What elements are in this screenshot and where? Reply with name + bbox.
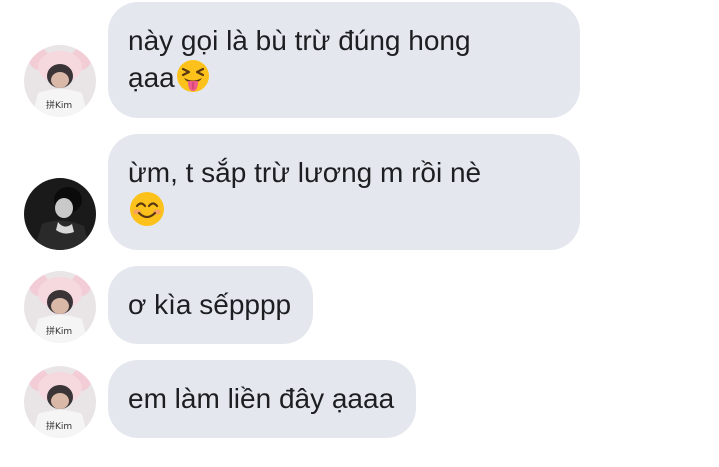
message-bubble[interactable]: này gọi là bù trừ đúng hong ạaa — [108, 2, 580, 118]
message-text-line: ừm, t sắp trừ lương m rồi nè — [128, 157, 482, 188]
message-text-line: ạaa — [128, 59, 558, 96]
svg-text:拼Kim: 拼Kim — [46, 325, 72, 337]
avatar-photo — [24, 178, 96, 250]
message-text-line: em làm liền đây ạaaa — [128, 383, 395, 414]
message-bubble[interactable]: em làm liền đây ạaaa — [108, 360, 417, 438]
smiling-blush-face-emoji — [129, 191, 165, 227]
message-text-line: này gọi là bù trừ đúng hong — [128, 25, 471, 56]
sender-avatar-pink-hat[interactable]: 拼Kim — [24, 45, 96, 117]
svg-text:拼Kim: 拼Kim — [46, 420, 72, 432]
sender-avatar-pink-hat[interactable]: 拼Kim — [24, 271, 96, 343]
squinting-tongue-face-emoji — [176, 59, 210, 93]
message-text-line — [128, 191, 558, 230]
avatar-photo: 拼Kim — [24, 366, 96, 438]
message-bubble[interactable]: ơ kìa sếpppp — [108, 266, 314, 344]
sender-avatar-dark-photo[interactable] — [24, 178, 96, 250]
avatar-photo: 拼Kim — [24, 45, 96, 117]
svg-text:拼Kim: 拼Kim — [46, 99, 72, 111]
message-text-line: ơ kìa sếpppp — [128, 289, 292, 320]
message-bubble[interactable]: ừm, t sắp trừ lương m rồi nè — [108, 134, 580, 250]
sender-avatar-pink-hat[interactable]: 拼Kim — [24, 366, 96, 438]
avatar-photo: 拼Kim — [24, 271, 96, 343]
